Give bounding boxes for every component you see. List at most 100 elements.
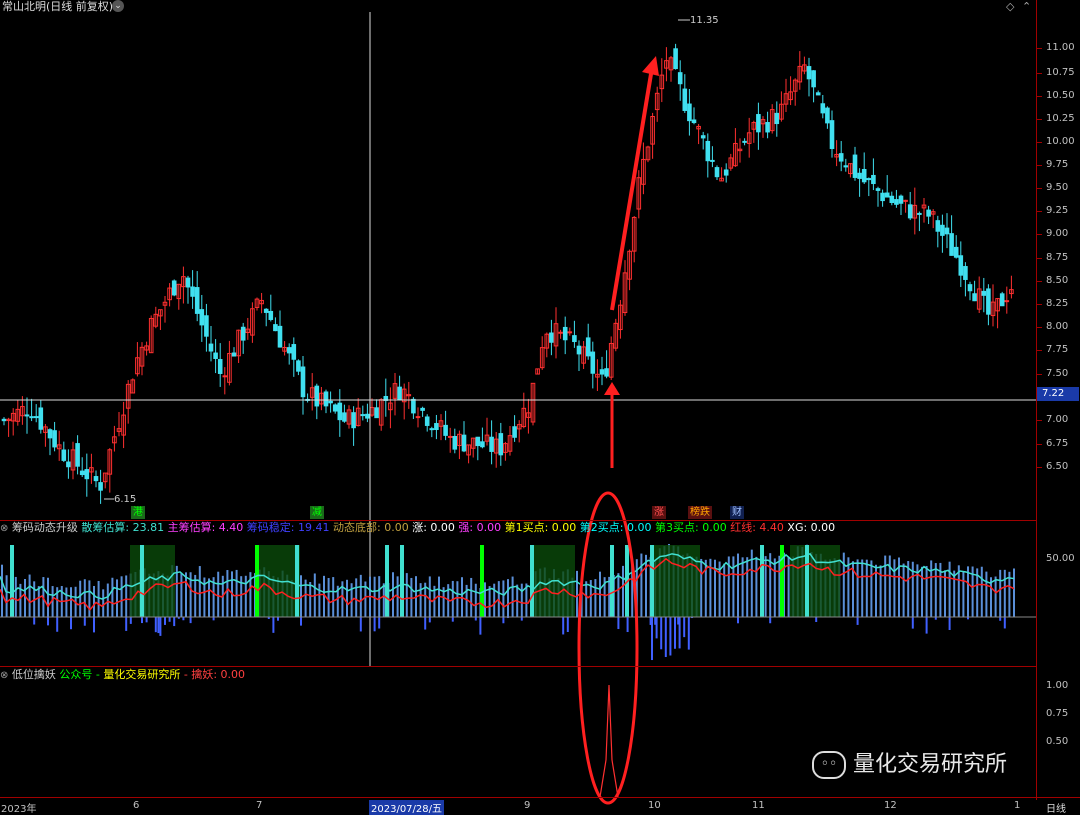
candle-body <box>765 122 770 133</box>
price-tick <box>1036 211 1042 212</box>
candle-body <box>714 167 720 178</box>
candle-body <box>843 165 849 168</box>
candle-body <box>24 414 30 417</box>
annotation-arrowhead <box>604 382 620 395</box>
annotation-ellipse <box>577 491 639 805</box>
indicator2-axis-label-2: 0.75 <box>1046 708 1069 719</box>
candle-body <box>29 416 34 419</box>
candle-body <box>61 449 67 461</box>
indicator-value: 动态底部: 0.00 <box>329 521 409 534</box>
diamond-icon[interactable]: ◇ <box>1006 0 1014 14</box>
candle-body <box>742 140 747 143</box>
low-price-marker: 6.15 <box>114 494 137 505</box>
chart-canvas[interactable] <box>0 0 1080 815</box>
candle-body <box>677 72 683 85</box>
price-tick <box>1036 48 1042 49</box>
candle-body <box>829 120 835 149</box>
price-tick <box>1036 281 1042 282</box>
candle-body <box>866 178 872 181</box>
chip-highlight <box>650 545 654 617</box>
candle-body <box>79 470 85 476</box>
candle-body <box>204 315 209 337</box>
candle-body <box>871 174 876 185</box>
price-tick <box>1036 142 1042 143</box>
period-button[interactable]: 日线 <box>1046 800 1066 815</box>
candle-body <box>1004 300 1010 303</box>
candle-body <box>512 426 517 438</box>
candle-body <box>489 436 494 452</box>
candle-body <box>300 366 306 398</box>
price-label: 6.50 <box>1046 461 1069 472</box>
price-tick <box>1036 327 1042 328</box>
event-badge-bangdie[interactable]: 榜跌 <box>688 506 712 519</box>
chip-highlight <box>760 545 764 617</box>
candle-body <box>208 343 214 352</box>
price-tick <box>1036 304 1042 305</box>
chip-zone <box>790 545 840 617</box>
event-badge-gang[interactable]: 港 <box>131 506 145 519</box>
indicator1-name[interactable]: 筹码动态升级 <box>12 521 78 534</box>
price-tick <box>1036 119 1042 120</box>
candle-body <box>875 188 881 191</box>
annotation-arrow-diagonal <box>610 67 654 311</box>
candle-body <box>825 107 830 124</box>
candle-body <box>323 391 329 407</box>
price-label: 9.50 <box>1046 182 1069 193</box>
candle-body <box>700 135 706 139</box>
candle-body <box>917 212 922 215</box>
settings-icon[interactable]: ⊗ <box>0 523 8 534</box>
chip-highlight <box>295 545 299 617</box>
annotation-arrowhead <box>642 56 659 76</box>
settings-icon[interactable]: ⊗ <box>0 670 8 681</box>
candle-body <box>599 369 605 375</box>
x-label-year: 2023年 <box>1 804 37 815</box>
candle-body <box>811 70 816 88</box>
candle-body <box>857 172 862 179</box>
chevron-down-icon[interactable]: ⌄ <box>112 0 124 12</box>
x-label-month-6: 6 <box>133 800 140 811</box>
x-crosshair-date: 2023/07/28/五 <box>369 800 445 815</box>
candle-body <box>351 412 356 429</box>
candle-body <box>576 345 582 355</box>
candle-body <box>815 92 821 96</box>
event-badge-jian[interactable]: 减 <box>310 506 324 519</box>
candle-body <box>972 293 977 302</box>
candle-body <box>263 308 269 313</box>
candle-body <box>222 375 228 378</box>
chip-zone <box>650 545 700 617</box>
candle-body <box>999 293 1005 307</box>
price-tick <box>1036 73 1042 74</box>
price-label: 7.75 <box>1046 344 1069 355</box>
x-label-month-7: 7 <box>256 800 263 811</box>
event-badge-zhang[interactable]: 涨 <box>652 506 666 519</box>
candle-body <box>894 199 899 205</box>
price-label: 9.25 <box>1046 205 1069 216</box>
candle-body <box>217 359 223 374</box>
high-price-marker: 11.35 <box>690 15 719 26</box>
candle-body <box>443 424 448 436</box>
candle-body <box>585 337 591 357</box>
candle-body <box>452 435 458 450</box>
candle-body <box>66 461 71 468</box>
candle-body <box>420 407 425 411</box>
indicator-value: 散筹估算: 23.81 <box>81 521 165 534</box>
candle-body <box>604 368 609 377</box>
candle-body <box>185 277 191 288</box>
candle-body <box>756 114 761 133</box>
candle-body <box>52 430 57 448</box>
candle-body <box>1 418 7 422</box>
candle-body <box>240 326 246 341</box>
candle-body <box>268 310 274 320</box>
chip-highlight <box>255 545 259 617</box>
indicator-value: - 擒妖: 0.00 <box>180 668 246 681</box>
candle-body <box>47 429 53 439</box>
price-label: 9.75 <box>1046 159 1069 170</box>
candle-body <box>415 416 421 419</box>
chip-highlight <box>385 545 389 617</box>
indicator2-name[interactable]: 低位擒妖 <box>12 668 56 681</box>
indicator2-axis-label-1: 1.00 <box>1046 680 1069 691</box>
candle-body <box>935 220 941 232</box>
collapse-icon[interactable]: ⌃ <box>1022 0 1031 14</box>
candle-body <box>673 48 678 70</box>
event-badge-cai[interactable]: 财 <box>730 506 744 519</box>
